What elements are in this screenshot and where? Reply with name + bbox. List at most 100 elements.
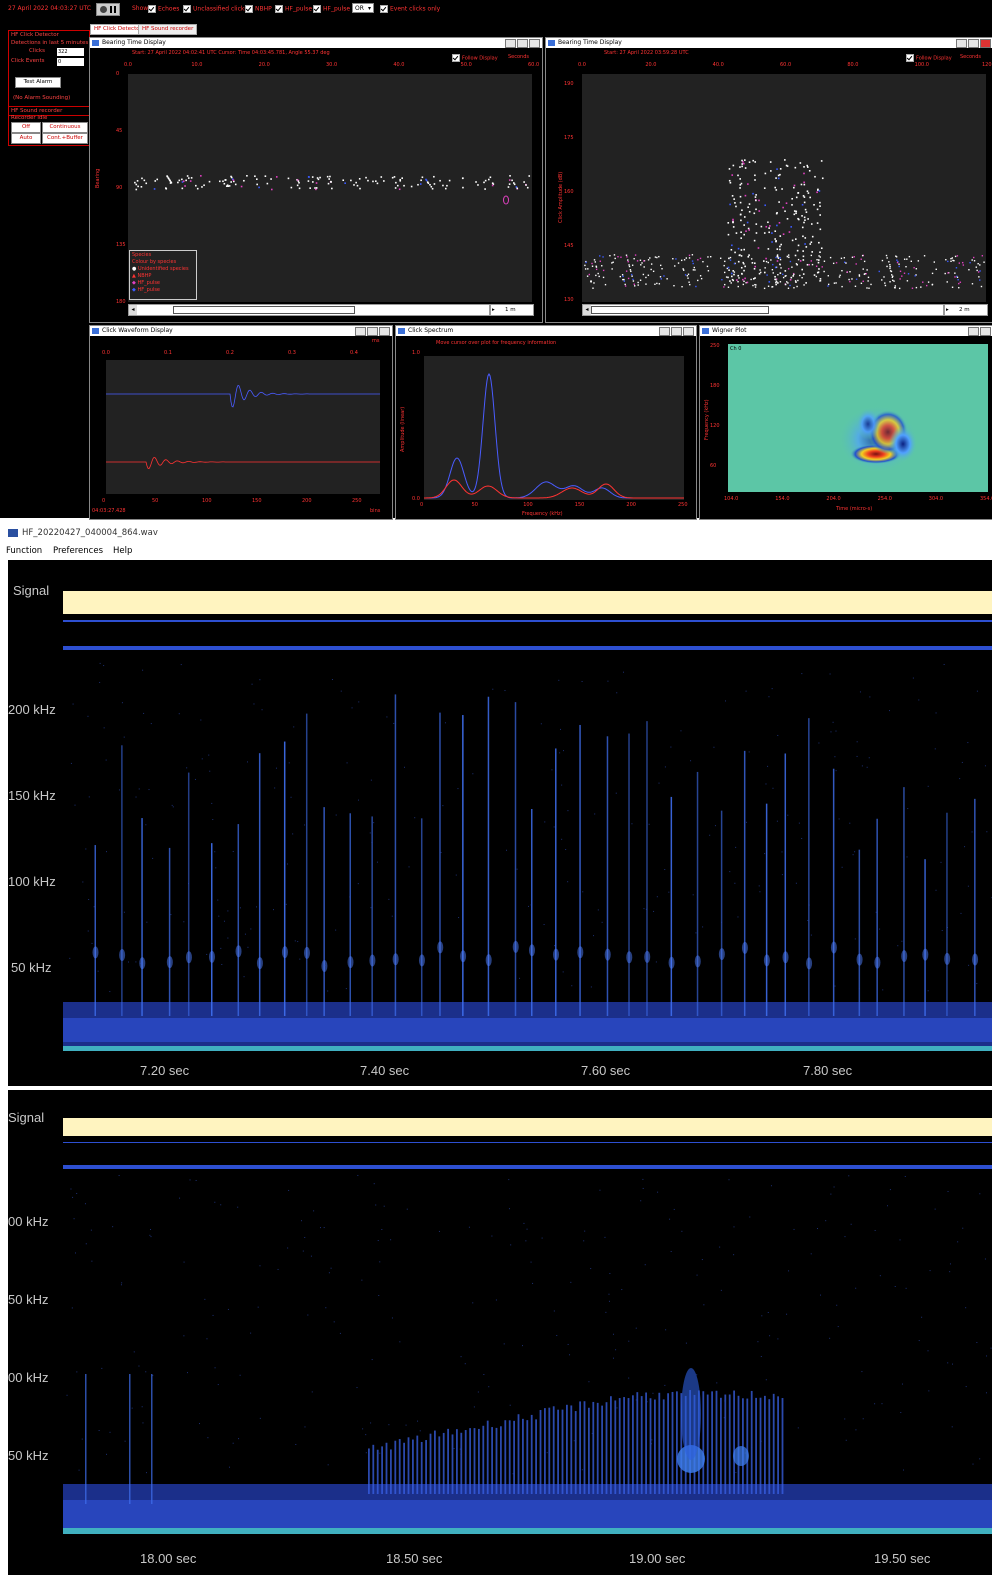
click-mark bbox=[767, 248, 770, 250]
tab-hf-sound-recorder[interactable]: HF Sound recorder bbox=[138, 24, 198, 35]
spectrum-canvas[interactable] bbox=[424, 356, 684, 500]
buzz-streak bbox=[667, 1393, 669, 1494]
chevron-left-icon[interactable]: ◂ bbox=[129, 305, 137, 315]
minimize-icon[interactable] bbox=[355, 327, 366, 336]
chevron-right-icon[interactable]: ▸ bbox=[946, 305, 949, 315]
noise-speck bbox=[217, 1384, 219, 1386]
click-mark bbox=[787, 282, 789, 284]
span-spinner[interactable]: ▸ 2 m bbox=[944, 304, 988, 316]
record-pause-button[interactable] bbox=[96, 3, 120, 16]
recorder-continuous-button[interactable]: Continuous bbox=[42, 122, 88, 133]
filter-nbhp[interactable]: NBHP bbox=[245, 5, 272, 13]
maximize-icon[interactable] bbox=[671, 327, 682, 336]
wigner-canvas[interactable]: Ch 0 bbox=[728, 344, 988, 492]
panel-title-bar: Click Waveform Display bbox=[90, 326, 392, 336]
minimize-icon[interactable] bbox=[956, 39, 967, 48]
close-icon[interactable] bbox=[379, 327, 390, 336]
close-icon[interactable] bbox=[683, 327, 694, 336]
click-streak bbox=[876, 818, 878, 1016]
logic-select[interactable]: OR ▾ bbox=[352, 3, 374, 13]
scroll-thumb[interactable] bbox=[173, 306, 355, 314]
recorder-off-button[interactable]: Off bbox=[11, 122, 41, 133]
click-mark bbox=[525, 184, 527, 186]
test-alarm-button[interactable]: Test Alarm bbox=[15, 77, 61, 88]
click-streak bbox=[577, 946, 584, 959]
time-label: 7.20 sec bbox=[140, 1063, 190, 1078]
click-mark bbox=[743, 233, 745, 236]
noise-speck bbox=[623, 671, 625, 673]
noise-speck bbox=[239, 1374, 241, 1376]
click-mark bbox=[805, 282, 807, 284]
click-mark bbox=[683, 269, 685, 271]
noise-speck bbox=[990, 1347, 992, 1349]
click-mark bbox=[769, 161, 772, 163]
buzz-streak bbox=[460, 1432, 463, 1494]
noise-speck bbox=[73, 1218, 75, 1220]
click-mark bbox=[508, 179, 511, 181]
span-spinner[interactable]: ▸ 1 m bbox=[490, 304, 534, 316]
click-mark bbox=[797, 192, 799, 194]
time-scrollbar[interactable]: ◂ bbox=[582, 304, 944, 316]
noise-speck bbox=[460, 1453, 462, 1455]
noise-speck bbox=[725, 700, 727, 702]
minimize-icon[interactable] bbox=[659, 327, 670, 336]
menu-preferences[interactable]: Preferences bbox=[53, 546, 103, 556]
close-icon[interactable] bbox=[980, 39, 991, 48]
click-mark bbox=[818, 259, 820, 261]
noise-speck bbox=[855, 1429, 857, 1431]
spectrum-curves bbox=[424, 373, 684, 499]
recorder-auto-button[interactable]: Auto bbox=[11, 133, 41, 144]
axis-tick-label: 60 bbox=[710, 463, 717, 469]
menu-function[interactable]: Function bbox=[6, 546, 42, 556]
spectrogram-1-canvas[interactable] bbox=[63, 656, 992, 1056]
click-mark bbox=[611, 262, 613, 264]
waveform-canvas[interactable] bbox=[106, 360, 380, 494]
axis-tick-label: 145 bbox=[564, 243, 574, 249]
filter-unclassified[interactable]: Unclassified clicks bbox=[183, 5, 247, 13]
buzz-streak bbox=[654, 1399, 656, 1494]
maximize-icon[interactable] bbox=[517, 39, 528, 48]
maximize-icon[interactable] bbox=[367, 327, 378, 336]
spectrogram-2-canvas[interactable] bbox=[63, 1174, 992, 1538]
click-mark bbox=[734, 202, 736, 204]
click-mark bbox=[975, 266, 977, 268]
maximize-icon[interactable] bbox=[968, 39, 979, 48]
click-mark bbox=[867, 276, 870, 279]
recorder-cont-buffer-button[interactable]: Cont.+Buffer bbox=[42, 133, 88, 144]
event-clicks-only[interactable]: Event clicks only bbox=[380, 5, 440, 13]
filter-hf-pulse-2[interactable]: HF_pulse bbox=[313, 5, 350, 13]
click-mark bbox=[591, 262, 593, 265]
close-icon[interactable] bbox=[529, 39, 540, 48]
noise-speck bbox=[85, 848, 87, 850]
click-mark bbox=[810, 223, 813, 225]
click-streak bbox=[281, 946, 288, 959]
click-streak bbox=[858, 849, 861, 1016]
click-mark bbox=[240, 185, 243, 188]
minimize-icon[interactable] bbox=[505, 39, 516, 48]
click-mark bbox=[737, 280, 739, 283]
follow-display-toggle[interactable]: Follow Display bbox=[452, 54, 498, 62]
buzz-streak bbox=[728, 1394, 731, 1494]
noise-speck bbox=[967, 742, 969, 744]
click-mark bbox=[763, 287, 766, 290]
menu-help[interactable]: Help bbox=[113, 546, 132, 556]
minimize-icon[interactable] bbox=[968, 327, 979, 336]
click-mark bbox=[652, 270, 655, 273]
click-mark bbox=[654, 283, 656, 285]
noise-speck bbox=[929, 1270, 931, 1272]
maximize-icon[interactable] bbox=[980, 327, 991, 336]
time-scrollbar[interactable]: ◂ bbox=[128, 304, 490, 316]
filter-echoes[interactable]: Echoes bbox=[148, 5, 179, 13]
noise-speck bbox=[135, 796, 137, 798]
filter-hf-pulse-1[interactable]: HF_pulse bbox=[275, 5, 312, 13]
scroll-thumb[interactable] bbox=[591, 306, 769, 314]
chevron-left-icon[interactable]: ◂ bbox=[583, 305, 591, 315]
noise-speck bbox=[532, 1282, 534, 1284]
wigner-plot: 250 180 120 60 Frequency (kHz) Ch 0 104.… bbox=[700, 336, 992, 519]
bearing1-canvas[interactable]: Species Colour by species ● Unidentified… bbox=[128, 74, 532, 302]
click-mark bbox=[779, 272, 782, 274]
axis-tick-label: 190 bbox=[564, 81, 574, 87]
bearing2-canvas[interactable] bbox=[582, 74, 986, 302]
follow-display-toggle[interactable]: Follow Display bbox=[906, 54, 952, 62]
chevron-right-icon[interactable]: ▸ bbox=[492, 305, 495, 315]
